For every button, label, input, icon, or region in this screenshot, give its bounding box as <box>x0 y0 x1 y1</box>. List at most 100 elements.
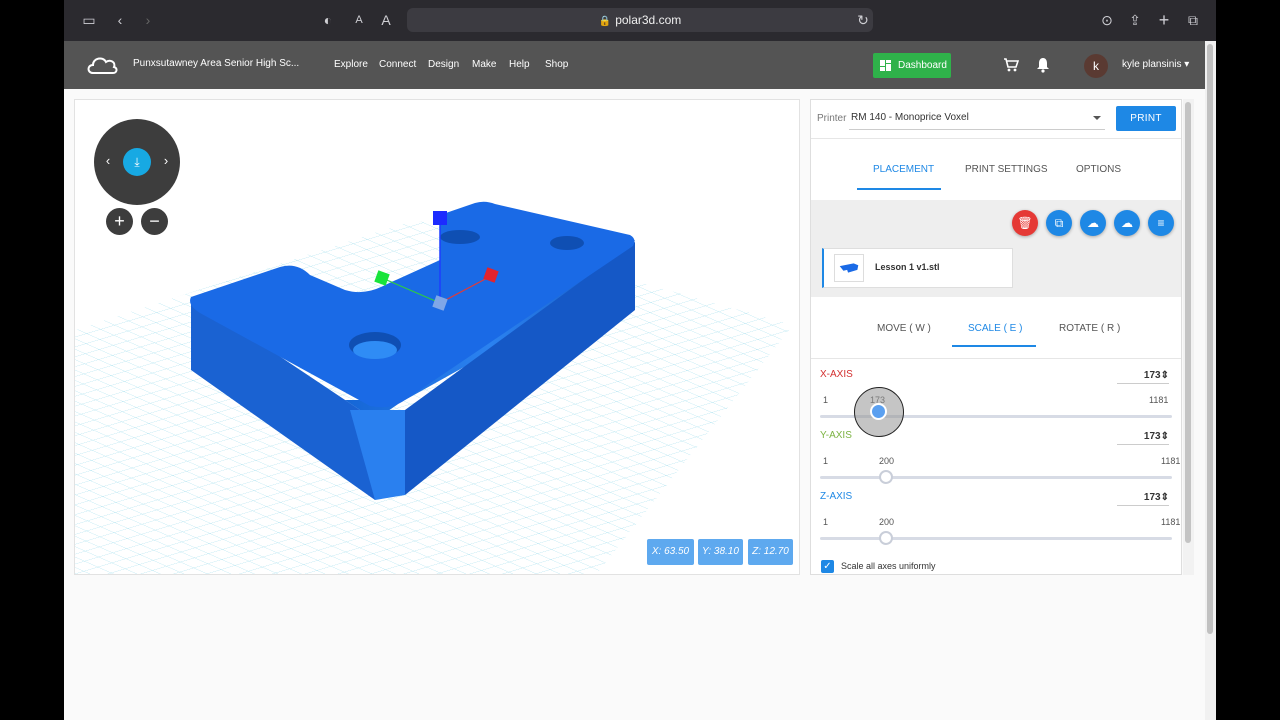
nav-connect[interactable]: Connect <box>379 59 416 70</box>
uniform-scale-checkbox[interactable]: ✓ <box>821 560 834 573</box>
sidebar-toggle-icon[interactable]: ▭ <box>80 11 98 29</box>
transform-tabs: MOVE ( W ) SCALE ( E ) ROTATE ( R ) <box>811 297 1181 359</box>
x-axis-min: 1 <box>823 395 829 405</box>
y-axis-max: 1181 <box>1161 456 1181 466</box>
text-smaller-icon[interactable]: A <box>350 11 368 29</box>
coord-y: Y: 38.10 <box>698 539 743 565</box>
x-axis-input[interactable]: 173⇕ <box>1117 370 1169 384</box>
tab-scale[interactable]: SCALE ( E ) <box>968 323 1022 334</box>
coord-z: Z: 12.70 <box>748 539 793 565</box>
zoom-in-button[interactable]: + <box>106 208 133 235</box>
reset-view-icon[interactable]: ⤓ <box>123 148 151 176</box>
forward-icon[interactable]: › <box>139 11 157 29</box>
printer-value: RM 140 - Monoprice Voxel <box>851 112 969 123</box>
notification-bell-icon[interactable] <box>1036 57 1050 73</box>
back-icon[interactable]: ‹ <box>111 11 129 29</box>
y-axis-label: Y-AXIS <box>820 430 852 441</box>
new-tab-icon[interactable]: + <box>1155 11 1173 29</box>
pointer-hand-icon <box>870 403 887 420</box>
tab-print-settings[interactable]: PRINT SETTINGS <box>965 164 1048 175</box>
x-axis-value: 173 <box>1143 370 1161 381</box>
nav-design[interactable]: Design <box>428 59 459 70</box>
shield-icon[interactable]: ◐ <box>319 11 337 29</box>
z-axis-slider[interactable] <box>820 537 1172 540</box>
tab-placement[interactable]: PLACEMENT <box>873 164 934 175</box>
caret-down-icon <box>1093 116 1101 120</box>
model-list-area: 🗑 ⧉ ☁ ☁ ≡ Lesson 1 v1.stl <box>811 200 1181 297</box>
rotate-right-icon[interactable]: › <box>160 153 172 169</box>
page-scrollbar-thumb[interactable] <box>1207 44 1213 634</box>
dashboard-button[interactable]: Dashboard <box>873 53 951 78</box>
nav-explore[interactable]: Explore <box>334 59 368 70</box>
mount-hole-notch <box>440 230 480 244</box>
app-header: Punxsutawney Area Senior High Sc... Expl… <box>64 41 1216 89</box>
dashboard-label: Dashboard <box>898 60 947 71</box>
file-card[interactable]: Lesson 1 v1.stl <box>822 248 1013 288</box>
tab-move[interactable]: MOVE ( W ) <box>877 323 931 334</box>
uniform-scale-label: Scale all axes uniformly <box>841 561 936 571</box>
nav-help[interactable]: Help <box>509 59 530 70</box>
avatar[interactable]: k <box>1084 54 1108 78</box>
3d-viewport[interactable]: ‹ ⤓ › + − X: 63.50 Y: 38.10 Z: 12.70 <box>74 99 800 575</box>
subtab-underline <box>952 345 1036 347</box>
y-axis-slider-thumb[interactable] <box>879 470 893 484</box>
z-axis-label: Z-AXIS <box>820 491 853 502</box>
x-axis-max: 1181 <box>1149 395 1169 405</box>
text-larger-icon[interactable]: A <box>377 11 395 29</box>
url-text: polar3d.com <box>615 13 682 27</box>
tab-options[interactable]: OPTIONS <box>1076 164 1121 175</box>
panel-scrollbar-thumb[interactable] <box>1185 102 1191 543</box>
address-bar[interactable]: 🔒 polar3d.com <box>407 8 873 32</box>
z-axis-min: 1 <box>823 517 829 527</box>
cart-icon[interactable] <box>1003 57 1019 73</box>
z-axis-value: 173 <box>1143 492 1161 503</box>
panel-tabs: PLACEMENT PRINT SETTINGS OPTIONS <box>811 138 1181 200</box>
nav-make[interactable]: Make <box>472 59 496 70</box>
x-axis-label: X-AXIS <box>820 369 853 380</box>
x-axis-slider-thumb[interactable] <box>854 387 904 437</box>
left-letterbox <box>0 0 64 720</box>
print-button[interactable]: PRINT <box>1116 106 1176 131</box>
tabs-overview-icon[interactable]: ⧉ <box>1184 11 1202 29</box>
cloud-download-icon[interactable]: ☁ <box>1114 210 1140 236</box>
school-name[interactable]: Punxsutawney Area Senior High Sc... <box>133 58 299 69</box>
download-icon[interactable]: ⊙ <box>1098 11 1116 29</box>
y-axis-input[interactable]: 173⇕ <box>1117 431 1169 445</box>
z-axis-slider-thumb[interactable] <box>879 531 893 545</box>
file-name: Lesson 1 v1.stl <box>875 262 940 272</box>
upload-icon[interactable]: ☁ <box>1080 210 1106 236</box>
y-axis-min: 1 <box>823 456 829 466</box>
cloud-logo-icon[interactable] <box>84 49 120 81</box>
placement-panel: Printer RM 140 - Monoprice Voxel PRINT P… <box>810 99 1182 575</box>
duplicate-icon[interactable]: ⧉ <box>1046 210 1072 236</box>
coord-x: X: 63.50 <box>647 539 694 565</box>
user-menu[interactable]: kyle plansinis ▾ <box>1122 59 1189 70</box>
share-icon[interactable]: ⇪ <box>1126 11 1144 29</box>
add-to-queue-icon[interactable]: ≡ <box>1148 210 1174 236</box>
nav-shop[interactable]: Shop <box>545 59 568 70</box>
z-axis-input[interactable]: 173⇕ <box>1117 492 1169 506</box>
gizmo-z-handle[interactable] <box>433 211 447 225</box>
page-scrollbar[interactable] <box>1205 41 1216 720</box>
build-plate-scene[interactable] <box>75 100 800 575</box>
z-axis-current: 200 <box>879 517 895 527</box>
delete-icon[interactable]: 🗑 <box>1012 210 1038 236</box>
reload-icon[interactable]: ↻ <box>854 11 872 29</box>
printer-select[interactable]: RM 140 - Monoprice Voxel <box>849 108 1105 130</box>
camera-nav-pad[interactable]: ‹ ⤓ › <box>94 119 180 205</box>
model-thumbnail <box>834 254 864 282</box>
browser-toolbar: ▭ ‹ › ◐ A A 🔒 polar3d.com ↻ ⊙ ⇪ + ⧉ <box>64 0 1216 41</box>
zoom-out-button[interactable]: − <box>141 208 168 235</box>
printer-label: Printer <box>817 113 847 124</box>
lock-icon: 🔒 <box>598 16 612 27</box>
dashboard-icon <box>880 60 891 71</box>
right-letterbox <box>1216 0 1280 720</box>
panel-scrollbar[interactable] <box>1183 99 1194 575</box>
chevron-down-icon: ▾ <box>1184 59 1190 70</box>
y-axis-value: 173 <box>1143 431 1161 442</box>
tab-rotate[interactable]: ROTATE ( R ) <box>1059 323 1120 334</box>
rotate-left-icon[interactable]: ‹ <box>102 153 114 169</box>
tab-underline <box>857 188 941 190</box>
mount-hole-front-inner <box>353 341 397 359</box>
y-axis-slider[interactable] <box>820 476 1172 479</box>
